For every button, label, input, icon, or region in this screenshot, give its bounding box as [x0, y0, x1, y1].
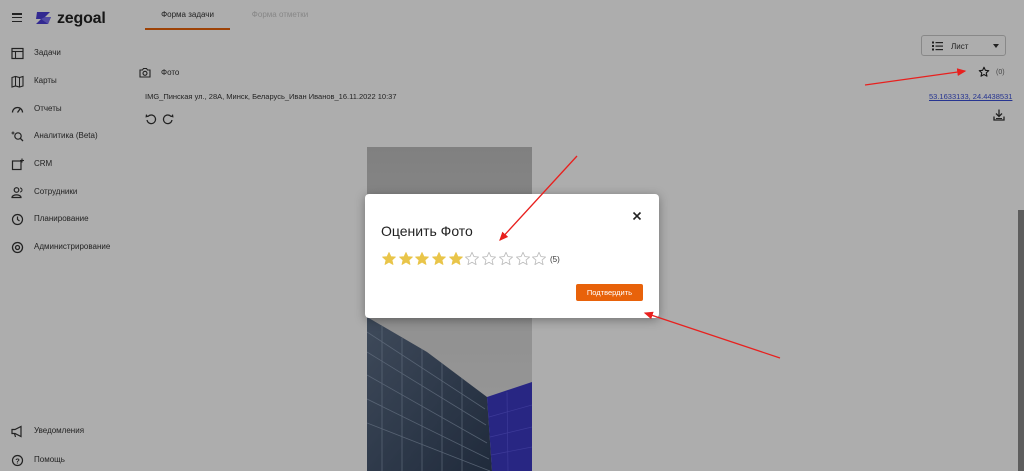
star-filled-icon[interactable] [398, 251, 414, 267]
close-icon[interactable] [631, 210, 643, 222]
star-empty-icon[interactable] [481, 251, 497, 267]
dialog-title: Оценить Фото [381, 223, 473, 239]
star-filled-icon[interactable] [381, 251, 397, 267]
star-empty-icon[interactable] [498, 251, 514, 267]
rate-photo-dialog: Оценить Фото (5) Подтвердить [365, 194, 659, 318]
rating-stars [381, 251, 548, 267]
confirm-button[interactable]: Подтвердить [576, 284, 643, 301]
star-filled-icon[interactable] [448, 251, 464, 267]
star-empty-icon[interactable] [464, 251, 480, 267]
rating-value: (5) [550, 255, 560, 264]
star-empty-icon[interactable] [531, 251, 547, 267]
star-filled-icon[interactable] [431, 251, 447, 267]
star-empty-icon[interactable] [515, 251, 531, 267]
star-filled-icon[interactable] [414, 251, 430, 267]
